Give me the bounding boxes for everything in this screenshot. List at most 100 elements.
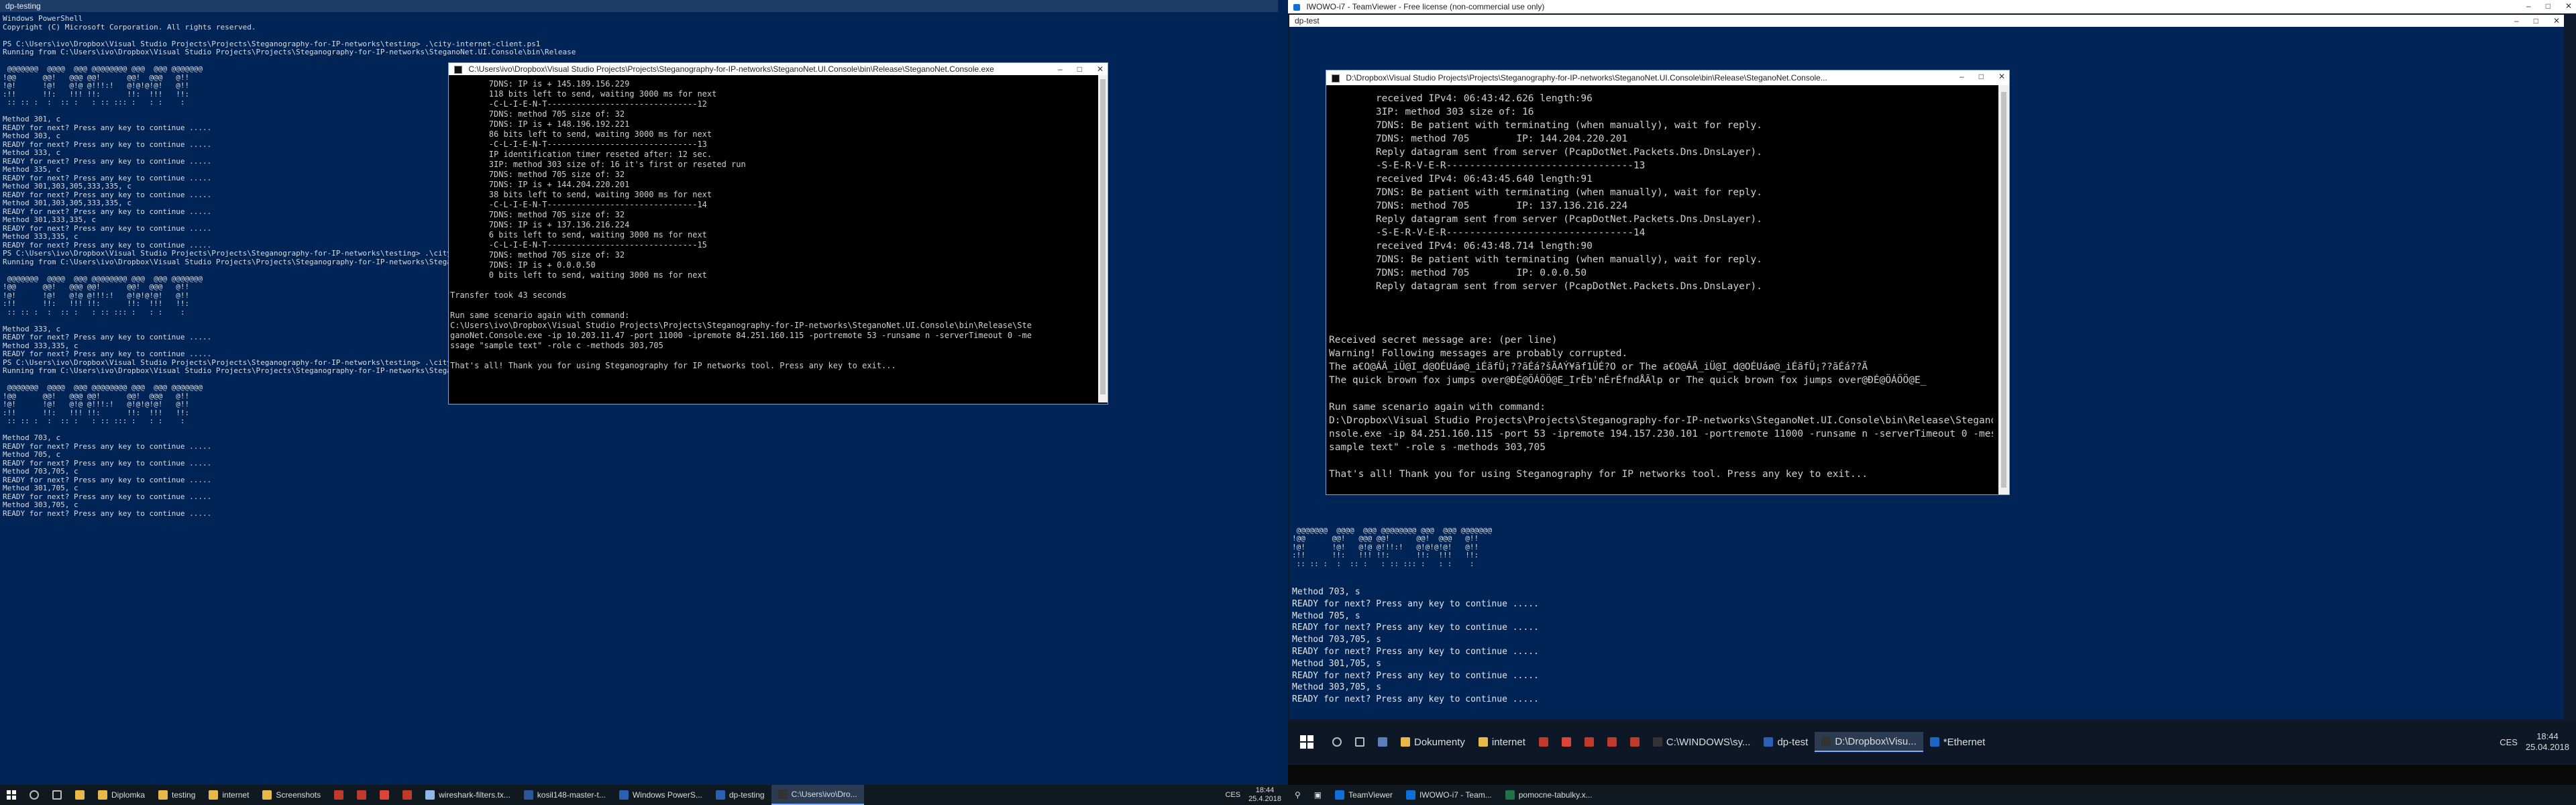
taskbar-item[interactable] bbox=[1532, 732, 1555, 752]
terminal-line: Transfer took 43 seconds bbox=[450, 290, 567, 300]
teamviewer-icon bbox=[1293, 3, 1300, 11]
taskbar-item[interactable] bbox=[1578, 732, 1601, 752]
terminal-line: 0 bits left to send, waiting 3000 ms for… bbox=[450, 270, 707, 280]
task-view-button[interactable]: ▣ bbox=[1307, 785, 1328, 805]
taskbar-item[interactable] bbox=[68, 785, 91, 805]
window-title: dp-testing bbox=[5, 1, 41, 11]
teamviewer-titlebar[interactable]: IWOWO-i7 - TeamViewer - Free license (no… bbox=[1288, 0, 2576, 13]
terminal-line: Windows PowerShell bbox=[3, 15, 83, 23]
close-button[interactable]: ✕ bbox=[2553, 16, 2560, 25]
powershell-titlebar[interactable]: dp-testing bbox=[0, 0, 1278, 12]
close-button[interactable]: ✕ bbox=[1998, 72, 2005, 81]
app-icon bbox=[402, 790, 413, 800]
taskbar-item[interactable] bbox=[23, 785, 46, 805]
scrollbar[interactable] bbox=[1998, 85, 2009, 494]
maximize-button[interactable]: □ bbox=[1979, 72, 1984, 81]
taskbar-item[interactable]: internet bbox=[202, 785, 256, 805]
terminal-line: Method 703, s bbox=[1292, 587, 1360, 597]
taskbar-item[interactable] bbox=[350, 785, 373, 805]
terminal-line: Method 703,705, s bbox=[1292, 635, 1382, 645]
taskbar-item[interactable]: dp-testing bbox=[709, 785, 771, 805]
scrollbar[interactable] bbox=[1098, 75, 1108, 402]
taskbar-item[interactable] bbox=[373, 785, 396, 805]
teamviewer-window[interactable]: IWOWO-i7 - TeamViewer - Free license (no… bbox=[1288, 0, 2576, 765]
taskbar-item[interactable]: kosil148-master-t... bbox=[517, 785, 612, 805]
taskbar-item[interactable] bbox=[1326, 732, 1348, 752]
scrollbar-thumb[interactable] bbox=[2001, 92, 2006, 488]
maximize-button[interactable]: □ bbox=[1077, 64, 1082, 74]
minimize-button[interactable]: – bbox=[1960, 72, 1964, 81]
terminal-line: 7DNS: IP is + 145.189.156.229 bbox=[450, 79, 630, 89]
terminal-line: ssage "sample text" -role c -methods 303… bbox=[450, 341, 663, 350]
taskbar-item[interactable]: wireshark-filters.tx... bbox=[419, 785, 517, 805]
language-indicator[interactable]: CES bbox=[1225, 791, 1240, 799]
taskbar-item[interactable]: Windows PowerS... bbox=[612, 785, 709, 805]
minimize-button[interactable]: – bbox=[2526, 1, 2531, 11]
maximize-button[interactable]: □ bbox=[2546, 1, 2551, 11]
start-button[interactable] bbox=[0, 785, 23, 805]
file-explorer-icon bbox=[75, 790, 85, 800]
taskbar-item[interactable]: D:\Dropbox\Visu... bbox=[1815, 732, 1923, 752]
terminal-line: received IPv4: 06:43:48.714 length:90 bbox=[1329, 241, 1593, 252]
close-button[interactable]: ✕ bbox=[1097, 64, 1104, 74]
terminal-line: 7DNS: method 705 IP: 144.204.220.201 bbox=[1329, 133, 1628, 144]
taskbar-item[interactable] bbox=[396, 785, 419, 805]
taskbar-item[interactable]: internet bbox=[1472, 732, 1532, 752]
remote-stegano-console-window[interactable]: D:\Dropbox\Visual Studio Projects\Projec… bbox=[1326, 70, 2010, 495]
taskbar-item[interactable]: pomocne-tabulky.x... bbox=[1499, 785, 1599, 805]
terminal-line: 7DNS: method 705 size of: 32 bbox=[450, 250, 625, 260]
taskbar-item[interactable] bbox=[46, 785, 68, 805]
close-button[interactable]: ✕ bbox=[2565, 1, 2572, 11]
remote-ps-titlebar[interactable]: dp-test – □ ✕ bbox=[1289, 15, 2564, 27]
taskbar-item[interactable]: TeamViewer bbox=[1328, 785, 1399, 805]
terminal-line: 38 bits left to send, waiting 3000 ms fo… bbox=[450, 190, 712, 199]
language-indicator[interactable]: CES bbox=[2500, 737, 2518, 747]
clock[interactable]: 18:44 25.04.2018 bbox=[2526, 731, 2569, 753]
scrollbar-thumb[interactable] bbox=[1100, 79, 1106, 394]
taskbar-item[interactable]: Screenshots bbox=[256, 785, 327, 805]
taskbar-item-label: pomocne-tabulky.x... bbox=[1518, 790, 1593, 800]
taskbar-item[interactable]: IWOWO-i7 - Team... bbox=[1399, 785, 1499, 805]
maximize-button[interactable]: □ bbox=[2534, 16, 2538, 25]
terminal-line: C:\Users\ivo\Dropbox\Visual Studio Proje… bbox=[450, 321, 1032, 330]
taskbar-item[interactable]: Diplomka bbox=[91, 785, 152, 805]
taskbar-item[interactable]: *Ethernet bbox=[1923, 732, 1992, 752]
taskbar-item[interactable] bbox=[1601, 732, 1623, 752]
terminal-line: -C-L-I-E-N-T----------------------------… bbox=[450, 140, 707, 149]
taskbar-item[interactable] bbox=[1371, 732, 1394, 752]
taskbar-item[interactable] bbox=[327, 785, 350, 805]
remote-system-tray: CES 18:44 25.04.2018 bbox=[2500, 731, 2576, 753]
remote-taskbar: Dokumenty internet C:\WINDOWS\sy... dp-test… bbox=[1288, 721, 2576, 763]
folder-icon bbox=[209, 790, 219, 800]
terminal-line: 7DNS: method 705 IP: 137.136.216.224 bbox=[1329, 201, 1628, 211]
taskbar-item[interactable]: dp-test bbox=[1757, 732, 1815, 752]
minimize-button[interactable]: – bbox=[2514, 16, 2519, 25]
taskbar-item[interactable] bbox=[1623, 732, 1646, 752]
remote-start-button[interactable] bbox=[1288, 721, 1326, 763]
terminal-line: -C-L-I-E-N-T----------------------------… bbox=[450, 240, 707, 250]
clock[interactable]: 18:44 25.4.2018 bbox=[1248, 786, 1281, 804]
remote-console-titlebar[interactable]: D:\Dropbox\Visual Studio Projects\Projec… bbox=[1326, 70, 2009, 85]
app-icon bbox=[1607, 737, 1617, 747]
terminal-line: READY for next? Press any key to continu… bbox=[1292, 670, 1539, 681]
minimize-button[interactable]: – bbox=[1058, 64, 1063, 74]
taskbar-item[interactable] bbox=[1555, 732, 1578, 752]
taskbar-item[interactable]: testing bbox=[152, 785, 202, 805]
folder-icon bbox=[1401, 737, 1410, 747]
save-icon bbox=[1378, 737, 1387, 747]
terminal-line: received IPv4: 06:43:42.626 length:96 bbox=[1329, 93, 1593, 104]
task-view-icon: ▣ bbox=[1313, 790, 1322, 800]
taskbar-item-label: C:\Users\ivo\Dro... bbox=[791, 790, 857, 799]
search-button[interactable]: ⚲ bbox=[1288, 785, 1307, 805]
console-titlebar[interactable]: C:\Users\ivo\Dropbox\Visual Studio Proje… bbox=[449, 63, 1108, 75]
taskbar-item[interactable]: Dokumenty bbox=[1394, 732, 1472, 752]
taskbar-item[interactable]: C:\Users\ivo\Dro... bbox=[771, 785, 864, 805]
taskbar-item[interactable]: C:\WINDOWS\sy... bbox=[1646, 732, 1758, 752]
stegano-console-window[interactable]: C:\Users\ivo\Dropbox\Visual Studio Proje… bbox=[448, 62, 1108, 405]
terminal-line: Method 705, c bbox=[3, 450, 61, 459]
taskbar-item-label: dp-test bbox=[1777, 736, 1809, 748]
taskbar-item[interactable] bbox=[1348, 732, 1371, 752]
